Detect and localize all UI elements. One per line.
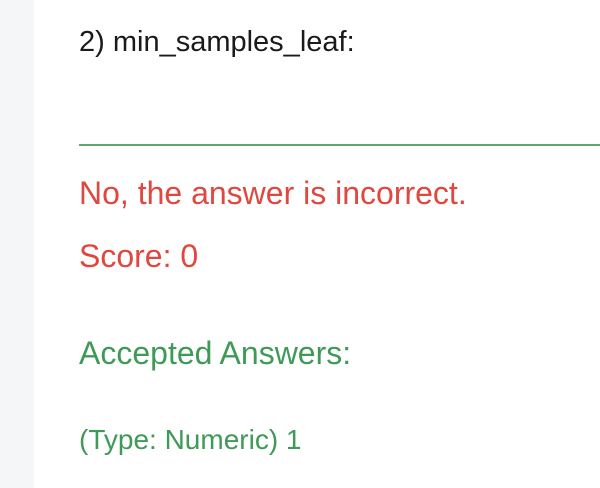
accepted-answer-value: (Type: Numeric) 1 [79,424,302,455]
feedback-message: No, the answer is incorrect. [79,175,467,211]
left-gutter [0,0,34,488]
score-text: Score: 0 [79,238,199,274]
accepted-answers-heading: Accepted Answers: [79,335,352,371]
answer-input[interactable] [79,100,600,146]
question-label: 2) min_samples_leaf: [79,26,355,58]
